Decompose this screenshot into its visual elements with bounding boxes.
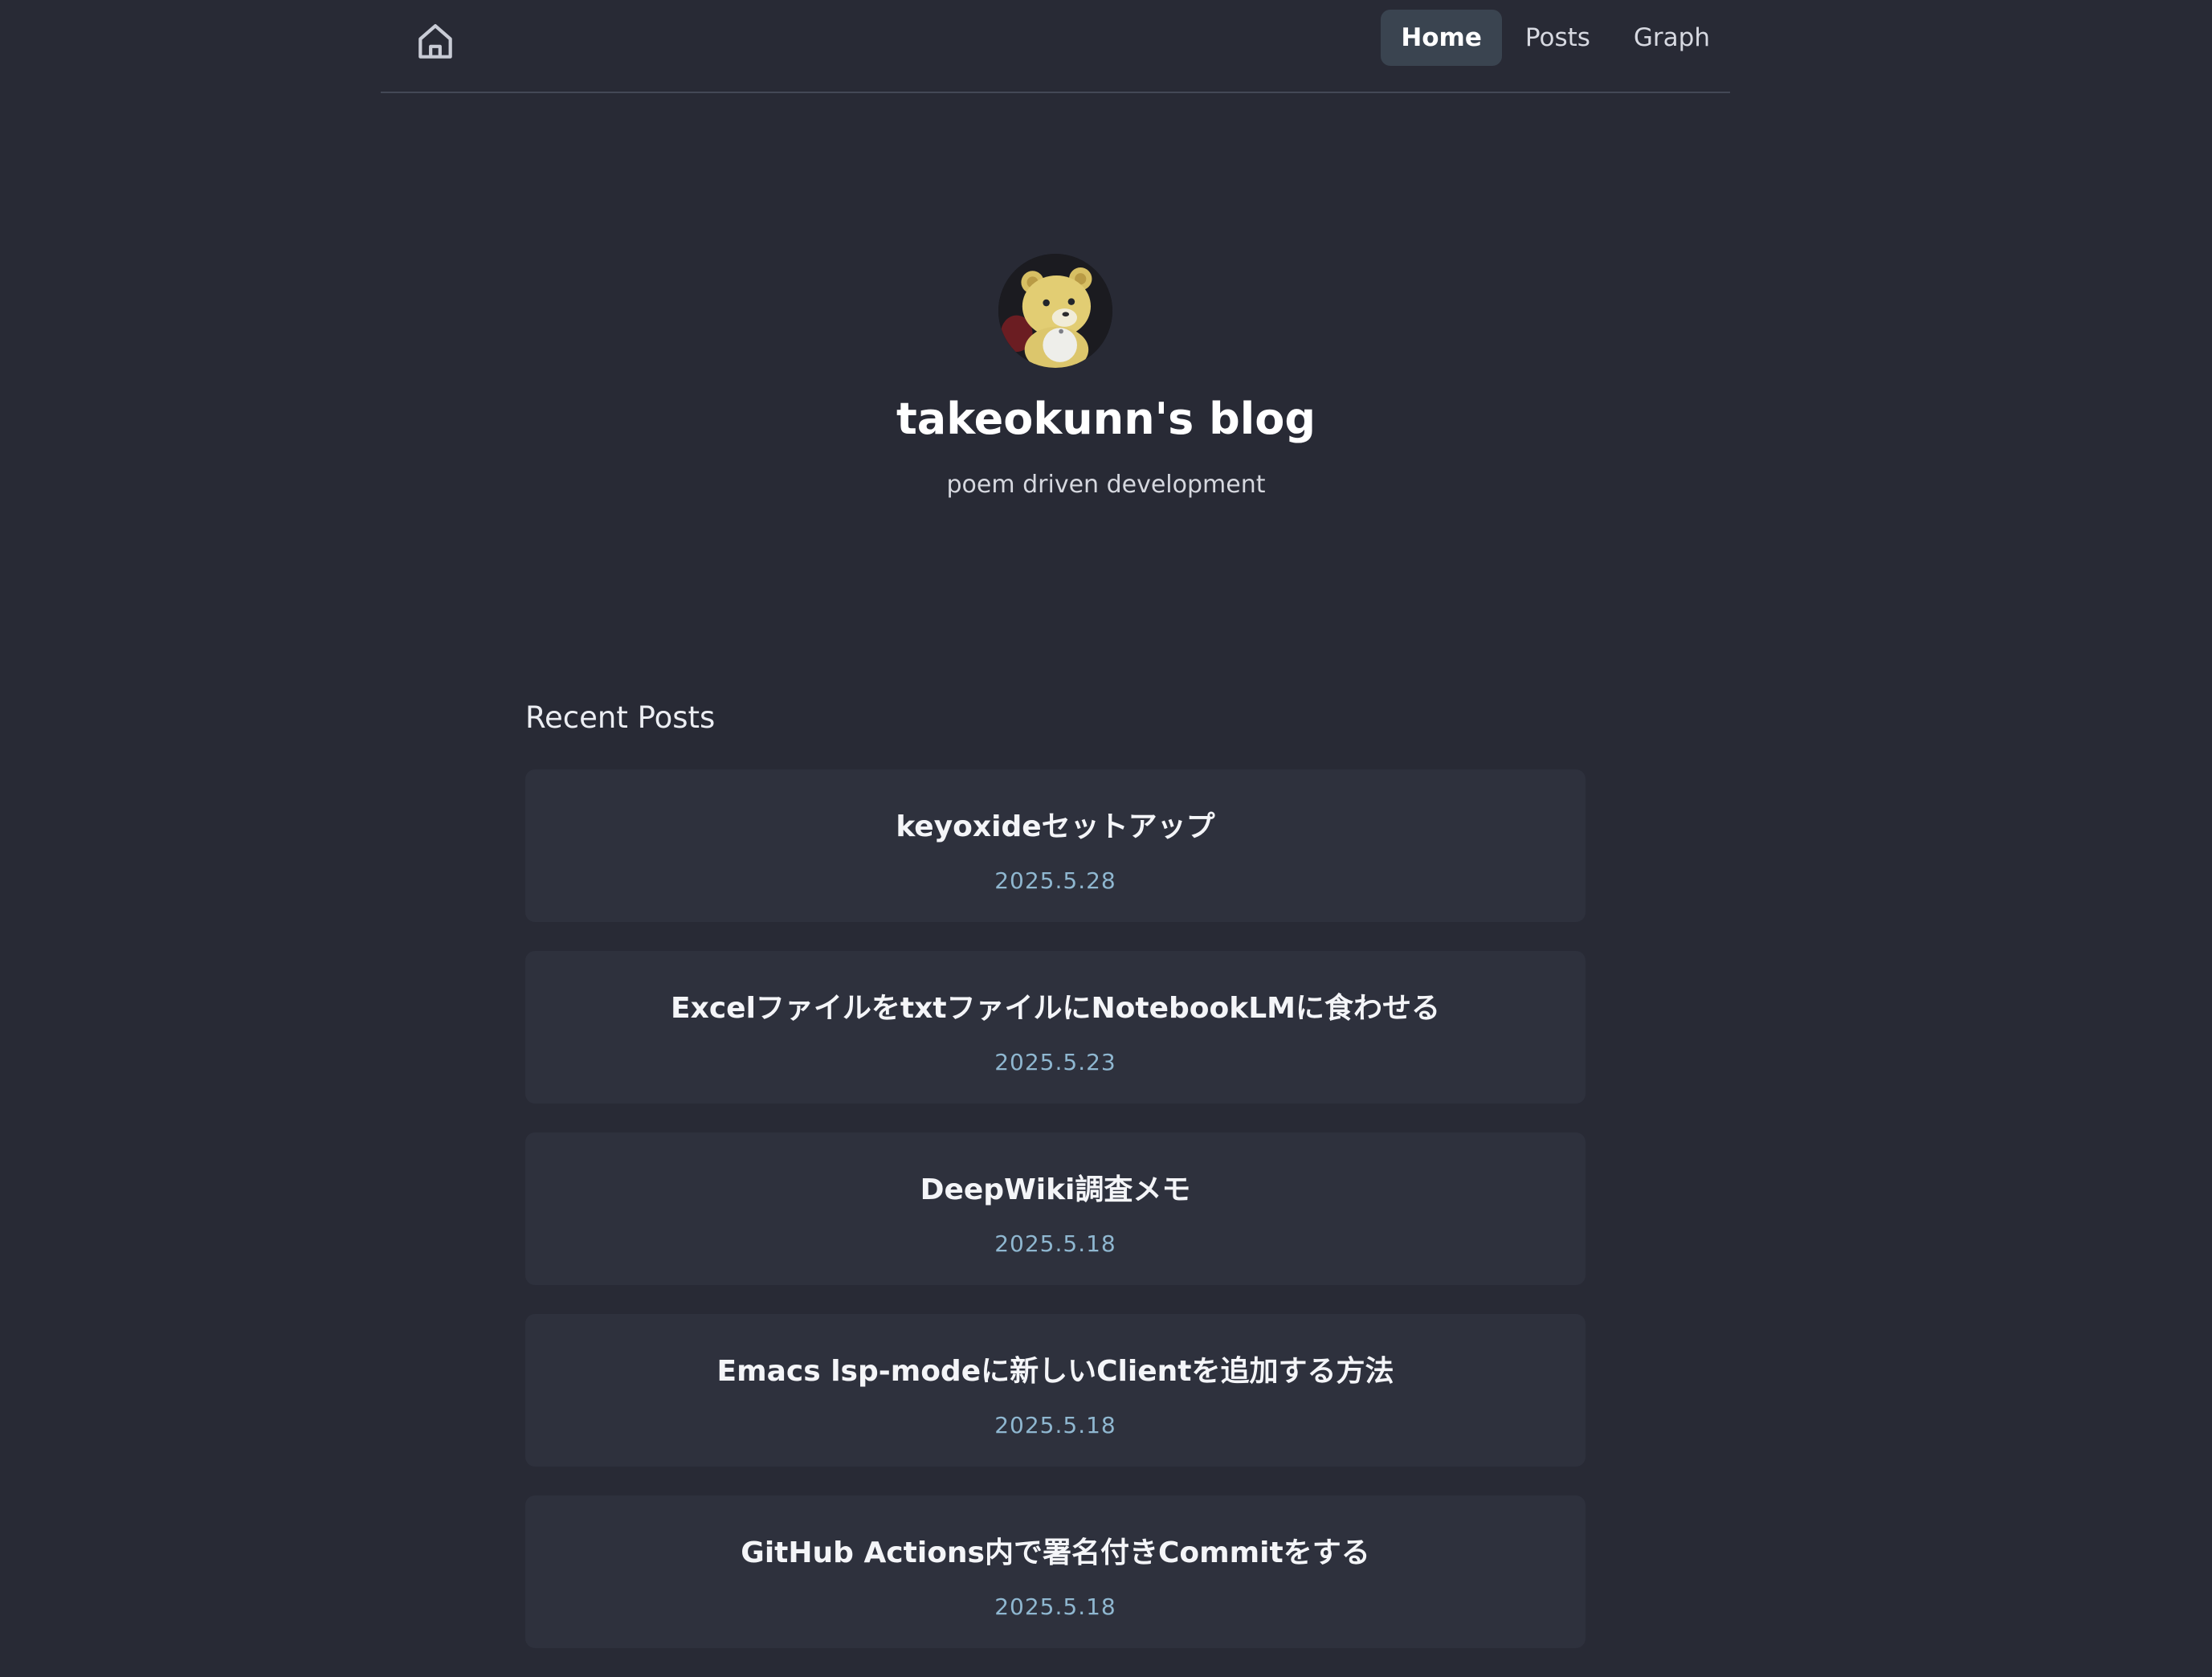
- nav-home[interactable]: Home: [1381, 10, 1502, 66]
- blog-title: takeokunn's blog: [896, 394, 1316, 444]
- bear-avatar-icon: [998, 254, 1112, 368]
- top-navigation-bar: Home Posts Graph: [381, 0, 1730, 93]
- post-title[interactable]: GitHub Actions内で署名付きCommitをする: [525, 1529, 1586, 1571]
- post-card[interactable]: ExcelファイルをtxtファイルにNotebookLMに食わせる 2025.5…: [525, 951, 1586, 1104]
- post-title[interactable]: ExcelファイルをtxtファイルにNotebookLMに食わせる: [525, 985, 1586, 1026]
- post-card[interactable]: DeepWiki調査メモ 2025.5.18: [525, 1132, 1586, 1285]
- nav-graph[interactable]: Graph: [1614, 10, 1730, 66]
- post-title[interactable]: DeepWiki調査メモ: [525, 1166, 1586, 1208]
- post-date: 2025.5.18: [994, 1412, 1116, 1438]
- post-title[interactable]: keyoxideセットアップ: [525, 803, 1586, 845]
- post-date: 2025.5.18: [994, 1230, 1116, 1257]
- home-icon[interactable]: [413, 19, 458, 64]
- main-nav: Home Posts Graph: [1381, 10, 1730, 66]
- post-card[interactable]: keyoxideセットアップ 2025.5.28: [525, 769, 1586, 922]
- post-date: 2025.5.23: [994, 1049, 1116, 1075]
- post-date: 2025.5.28: [994, 867, 1116, 894]
- avatar: [998, 254, 1112, 368]
- blog-tagline: poem driven development: [946, 471, 1266, 499]
- post-card[interactable]: Emacs lsp-modeに新しいClientを追加する方法 2025.5.1…: [525, 1314, 1586, 1467]
- post-card[interactable]: GitHub Actions内で署名付きCommitをする 2025.5.18: [525, 1495, 1586, 1648]
- recent-posts-heading: Recent Posts: [525, 700, 716, 735]
- post-title[interactable]: Emacs lsp-modeに新しいClientを追加する方法: [525, 1348, 1586, 1389]
- nav-posts[interactable]: Posts: [1505, 10, 1610, 66]
- post-date: 2025.5.18: [994, 1593, 1116, 1620]
- recent-posts-list: keyoxideセットアップ 2025.5.28 Excelファイルをtxtファ…: [525, 769, 1586, 1677]
